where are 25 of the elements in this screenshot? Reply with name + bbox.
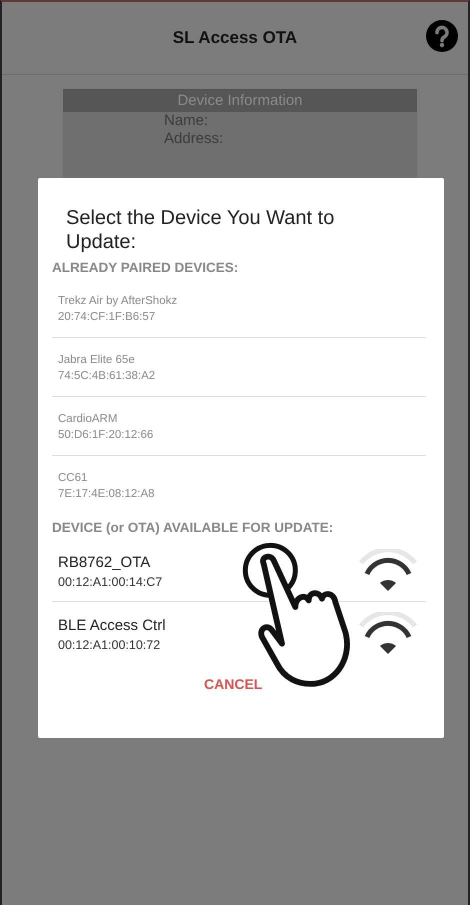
device-item[interactable]: CardioARM 50:D6:1F:20:12:66 — [52, 403, 426, 456]
device-name: CC61 — [58, 472, 88, 484]
device-name: Jabra Elite 65e — [58, 354, 136, 366]
device-address: 50:D6:1F:20:12:66 — [58, 429, 154, 441]
device-address: 20:74:CF:1F:B6:57 — [58, 311, 156, 323]
device-name: Trekz Air by AfterShokz — [58, 295, 178, 307]
dialog-title: Select the Device You Want to Update: — [65, 206, 336, 254]
device-item[interactable]: BLE Access Ctrl 00:12:A1:00:10:72 — [52, 608, 426, 664]
device-name: RB8762_OTA — [58, 554, 152, 570]
app-title: SL Access OTA — [172, 28, 298, 48]
section-heading: ALREADY PAIRED DEVICES: — [52, 260, 240, 275]
section-heading: DEVICE (or OTA) AVAILABLE FOR UPDATE: — [52, 520, 334, 535]
device-item[interactable]: Jabra Elite 65e 74:5C:4B:61:38:A2 — [52, 344, 426, 397]
device-name: BLE Access Ctrl — [58, 616, 166, 634]
signal-icon — [358, 612, 418, 656]
device-name: CardioARM — [58, 413, 118, 425]
signal-icon — [358, 549, 418, 593]
device-item[interactable]: Trekz Air by AfterShokz 20:74:CF:1F:B6:57 — [52, 285, 426, 338]
device-address: 7E:17:4E:08:12:A8 — [58, 488, 155, 500]
cancel-button[interactable]: CANCEL — [200, 672, 266, 696]
device-address: 00:12:A1:00:10:72 — [58, 638, 162, 652]
device-item[interactable]: CC61 7E:17:4E:08:12:A8 — [52, 462, 426, 514]
help-icon[interactable] — [426, 20, 458, 52]
device-address: 74:5C:4B:61:38:A2 — [58, 370, 156, 382]
device-address: 00:12:A1:00:14:C7 — [58, 574, 162, 588]
